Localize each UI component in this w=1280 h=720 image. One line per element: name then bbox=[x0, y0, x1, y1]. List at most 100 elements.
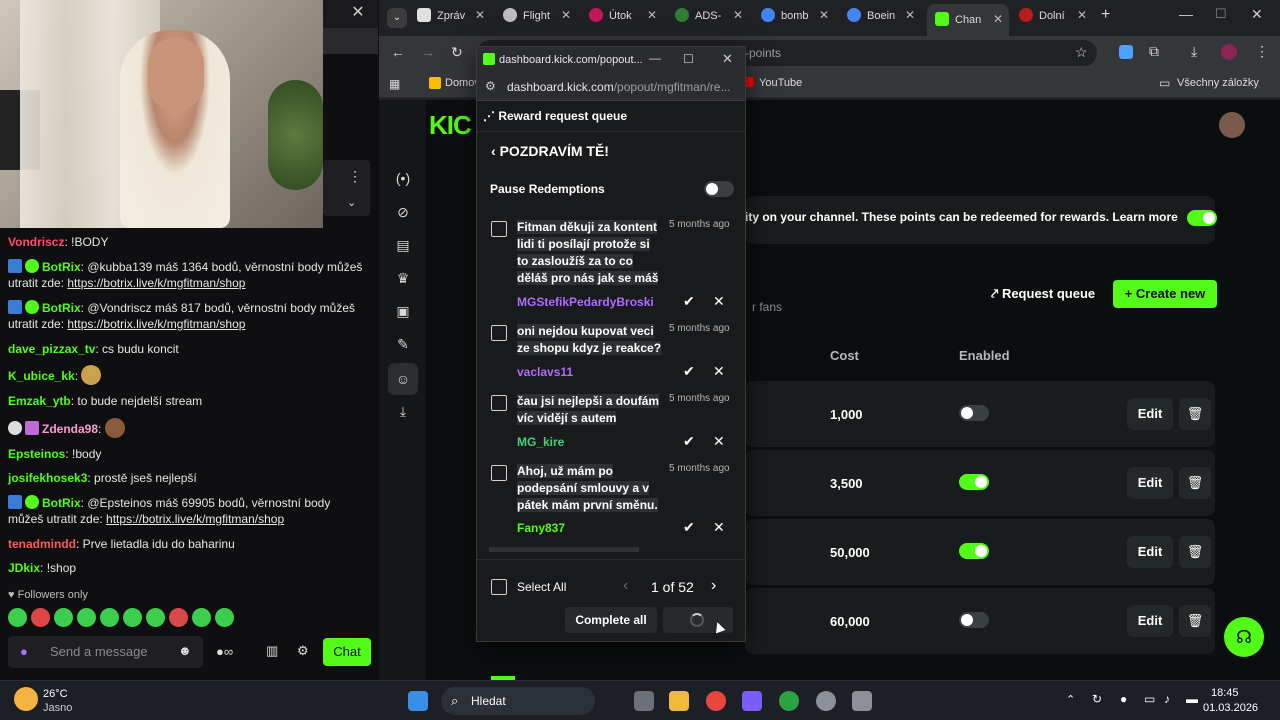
all-bookmarks[interactable]: Všechny záložky bbox=[1177, 77, 1259, 89]
emote-icon[interactable] bbox=[77, 608, 96, 627]
community-icon[interactable]: ☺ bbox=[388, 363, 418, 395]
chrome-icon[interactable] bbox=[706, 691, 726, 711]
bookmark-youtube[interactable]: YouTube bbox=[759, 77, 802, 89]
emote-icon[interactable] bbox=[169, 608, 188, 627]
close-tab-icon[interactable]: ✕ bbox=[905, 8, 915, 22]
points-enabled-toggle[interactable] bbox=[1187, 210, 1217, 226]
app-icon[interactable] bbox=[816, 691, 836, 711]
chevron-up-icon[interactable]: ⌃ bbox=[1066, 693, 1075, 706]
network-icon[interactable]: ▭ bbox=[1144, 692, 1155, 706]
create-new-button[interactable]: + Create new bbox=[1113, 280, 1217, 308]
close-tab-icon[interactable]: ✕ bbox=[819, 8, 829, 22]
mic-icon[interactable]: ● bbox=[20, 644, 28, 659]
emote-icon[interactable] bbox=[54, 608, 73, 627]
emote-icon[interactable] bbox=[31, 608, 50, 627]
request-checkbox[interactable] bbox=[491, 395, 507, 411]
tab-zpravy[interactable]: Zpráv ✕ bbox=[417, 8, 491, 32]
approve-check-icon[interactable]: ✔ bbox=[683, 363, 695, 380]
select-all-checkbox[interactable] bbox=[491, 579, 507, 595]
analytics-icon[interactable]: ▤ bbox=[393, 237, 413, 255]
tab-bomb[interactable]: bomb ✕ bbox=[761, 8, 835, 32]
back-icon[interactable]: ← bbox=[391, 44, 405, 60]
search-bar[interactable]: ⌕ Hledat bbox=[441, 687, 595, 715]
chevron-left-icon[interactable]: ‹ bbox=[491, 143, 500, 159]
reward-title[interactable]: ‹ POZDRAVÍM TĚ! bbox=[491, 143, 609, 159]
prev-page-icon[interactable]: ‹ bbox=[623, 577, 628, 595]
minimize-icon[interactable]: — bbox=[1179, 6, 1193, 22]
kick-logo[interactable]: KIC bbox=[429, 110, 472, 141]
minimize-icon[interactable]: — bbox=[649, 51, 661, 65]
avatar[interactable] bbox=[1219, 112, 1245, 138]
extension-icon[interactable] bbox=[1119, 45, 1133, 59]
site-info-icon[interactable]: ⚙ bbox=[485, 79, 496, 93]
emote-icon[interactable] bbox=[215, 608, 234, 627]
approve-check-icon[interactable]: ✔ bbox=[683, 519, 695, 536]
reject-x-icon[interactable]: ✕ bbox=[713, 293, 725, 310]
mic-icon[interactable]: ● bbox=[1120, 692, 1127, 706]
emoji-icon[interactable]: ☻ bbox=[178, 643, 192, 658]
file-explorer-icon[interactable] bbox=[669, 691, 689, 711]
enabled-toggle[interactable] bbox=[959, 405, 989, 421]
link-icon[interactable]: ⊘ bbox=[393, 204, 413, 222]
bookmark-domov[interactable]: Domov bbox=[445, 77, 480, 89]
close-icon[interactable]: ✕ bbox=[722, 51, 733, 67]
complete-all-button[interactable]: Complete all bbox=[565, 607, 657, 633]
request-checkbox[interactable] bbox=[491, 325, 507, 341]
gear-icon[interactable]: ⚙ bbox=[297, 643, 309, 659]
enabled-toggle[interactable] bbox=[959, 474, 989, 490]
tab-flight[interactable]: Flight ✕ bbox=[503, 8, 577, 32]
close-icon[interactable]: ✕ bbox=[342, 0, 374, 28]
close-tab-icon[interactable]: ✕ bbox=[733, 8, 743, 22]
trash-icon[interactable]: 🗑 bbox=[1179, 536, 1211, 568]
puzzle-icon[interactable]: ⧉ bbox=[1149, 43, 1159, 60]
shop-link[interactable]: https://botrix.live/k/mgfitman/shop bbox=[106, 512, 284, 526]
more-icon[interactable]: ⋮ bbox=[348, 168, 362, 185]
profile-icon[interactable] bbox=[1221, 44, 1237, 60]
app-icon[interactable] bbox=[742, 691, 762, 711]
edit-button[interactable]: Edit bbox=[1127, 605, 1173, 637]
tab-boeing[interactable]: Boein ✕ bbox=[847, 8, 921, 32]
message-input[interactable]: ● Send a message ☻ bbox=[8, 636, 203, 668]
media-icon[interactable]: ▣ bbox=[393, 303, 413, 321]
request-checkbox[interactable] bbox=[491, 465, 507, 481]
close-tab-icon[interactable]: ✕ bbox=[993, 12, 1003, 26]
new-tab-icon[interactable]: + bbox=[1101, 6, 1110, 24]
emote-icon[interactable] bbox=[192, 608, 211, 627]
approve-check-icon[interactable]: ✔ bbox=[683, 433, 695, 450]
approve-check-icon[interactable]: ✔ bbox=[683, 293, 695, 310]
battery-icon[interactable]: ▬ bbox=[1186, 692, 1198, 706]
request-queue-button[interactable]: ⤤ Request queue bbox=[991, 280, 1103, 308]
maximize-icon[interactable]: ☐ bbox=[683, 52, 694, 66]
emote-icon[interactable] bbox=[146, 608, 165, 627]
wrench-icon[interactable]: ✎ bbox=[393, 336, 413, 354]
start-icon[interactable] bbox=[408, 691, 428, 711]
stream-icon[interactable]: (•) bbox=[393, 170, 413, 188]
support-headset-icon[interactable]: ☊ bbox=[1224, 617, 1264, 657]
weather-sun-icon[interactable] bbox=[14, 687, 38, 711]
edit-button[interactable]: Edit bbox=[1127, 536, 1173, 568]
close-tab-icon[interactable]: ✕ bbox=[647, 8, 657, 22]
tab-channel-active[interactable]: Chan ✕ bbox=[927, 4, 1009, 36]
chevron-down-icon[interactable]: ⌄ bbox=[347, 196, 356, 209]
emote-icon[interactable] bbox=[8, 608, 27, 627]
store-icon[interactable]: ▥ bbox=[266, 643, 278, 659]
apps-icon[interactable]: ▦ bbox=[389, 77, 400, 91]
reject-x-icon[interactable]: ✕ bbox=[713, 433, 725, 450]
maximize-icon[interactable]: ☐ bbox=[1215, 6, 1227, 22]
reload-icon[interactable]: ↻ bbox=[451, 44, 463, 61]
download-tray-icon[interactable]: ⤓ bbox=[393, 403, 413, 421]
emote-icon[interactable] bbox=[123, 608, 142, 627]
close-tab-icon[interactable]: ✕ bbox=[475, 8, 485, 22]
menu-icon[interactable]: ⋮ bbox=[1255, 43, 1269, 60]
enabled-toggle[interactable] bbox=[959, 612, 989, 628]
tab-utok[interactable]: Útok ✕ bbox=[589, 8, 663, 32]
edit-button[interactable]: Edit bbox=[1127, 398, 1173, 430]
reject-x-icon[interactable]: ✕ bbox=[713, 519, 725, 536]
request-checkbox[interactable] bbox=[491, 221, 507, 237]
emote-icon[interactable] bbox=[100, 608, 119, 627]
trophy-icon[interactable]: ♛ bbox=[393, 270, 413, 288]
tab-search-icon[interactable]: ⌄ bbox=[387, 8, 407, 28]
volume-icon[interactable]: ♪ bbox=[1164, 692, 1170, 706]
edit-button[interactable]: Edit bbox=[1127, 467, 1173, 499]
close-tab-icon[interactable]: ✕ bbox=[1077, 8, 1087, 22]
